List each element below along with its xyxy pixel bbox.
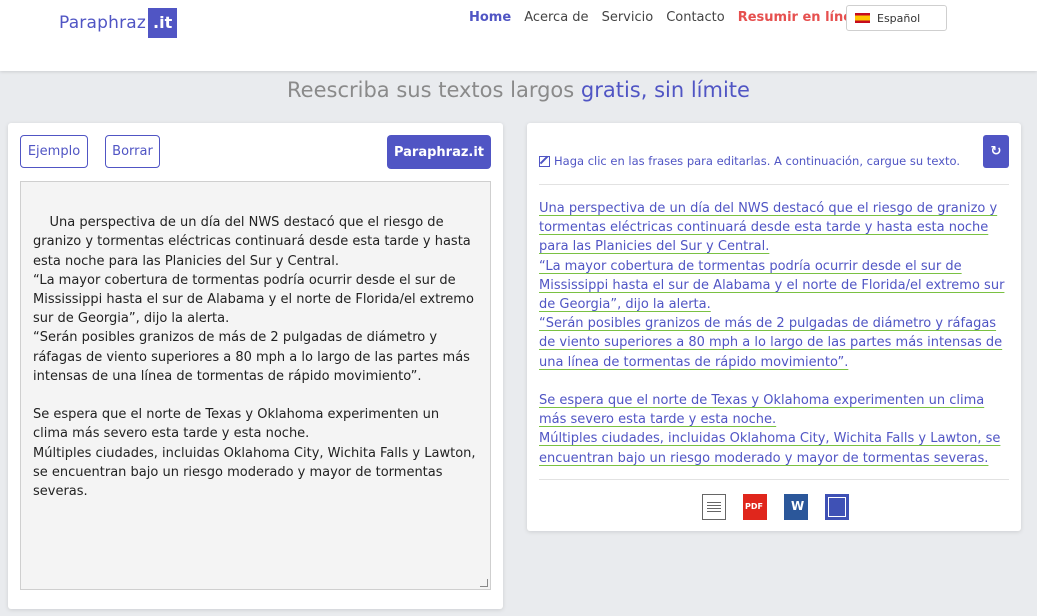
logo-badge: .it (148, 8, 178, 38)
input-panel: Ejemplo Borrar Paraphraz.it Una perspect… (8, 123, 503, 609)
output-sentence[interactable]: Una perspectiva de un día del NWS destac… (539, 199, 1011, 257)
refresh-button[interactable]: ↻ (983, 135, 1009, 168)
word-label: W (791, 499, 805, 513)
input-text: Una perspectiva de un día del NWS destac… (33, 215, 476, 500)
output-sentence[interactable]: Se espera que el norte de Texas y Oklaho… (539, 391, 1011, 429)
paraphrase-button[interactable]: Paraphraz.it (387, 135, 491, 169)
output-sentence[interactable]: “La mayor cobertura de tormentas podría … (539, 257, 1011, 315)
language-select[interactable]: Español (846, 5, 947, 31)
logo[interactable]: Paraphraz .it (59, 8, 178, 38)
nav-links: Home Acerca de Servicio Contacto Resumir… (469, 10, 874, 25)
input-textarea[interactable]: Una perspectiva de un día del NWS destac… (20, 181, 491, 590)
spain-flag-icon (855, 13, 870, 23)
page-headline: Reescriba sus textos largos gratis, sin … (0, 78, 1037, 102)
txt-file-icon[interactable] (702, 494, 726, 520)
hint-text: Haga clic en las frases para editarlas. … (554, 154, 960, 168)
language-label: Español (877, 11, 921, 25)
nav-resumir[interactable]: Resumir en línea (738, 10, 861, 25)
example-button[interactable]: Ejemplo (20, 135, 88, 168)
divider-top (539, 184, 1009, 185)
word-file-icon[interactable]: W (784, 494, 808, 520)
divider-bottom (539, 479, 1009, 480)
logo-text: Paraphraz (59, 13, 147, 33)
edit-icon (539, 155, 550, 167)
nav-home[interactable]: Home (469, 10, 511, 25)
nav-acerca[interactable]: Acerca de (524, 10, 588, 25)
clear-button[interactable]: Borrar (105, 135, 160, 168)
download-icons: PDF W (702, 494, 866, 520)
output-text: Una perspectiva de un día del NWS destac… (539, 199, 1011, 468)
pdf-label: PDF (745, 502, 763, 511)
headline-highlight: gratis, sin límite (580, 78, 750, 102)
headline-prefix: Reescriba sus textos largos (287, 78, 581, 102)
copy-icon[interactable] (825, 494, 849, 520)
resize-handle[interactable] (480, 579, 488, 587)
nav-contacto[interactable]: Contacto (666, 10, 725, 25)
navbar: Paraphraz .it Home Acerca de Servicio Co… (0, 0, 1037, 71)
nav-servicio[interactable]: Servicio (602, 10, 654, 25)
output-panel: Haga clic en las frases para editarlas. … (527, 123, 1021, 531)
output-sentence[interactable]: “Serán posibles granizos de más de 2 pul… (539, 314, 1011, 372)
pdf-file-icon[interactable]: PDF (743, 494, 767, 520)
output-sentence[interactable]: Múltiples ciudades, incluidas Oklahoma C… (539, 429, 1011, 467)
edit-hint: Haga clic en las frases para editarlas. … (539, 154, 960, 168)
